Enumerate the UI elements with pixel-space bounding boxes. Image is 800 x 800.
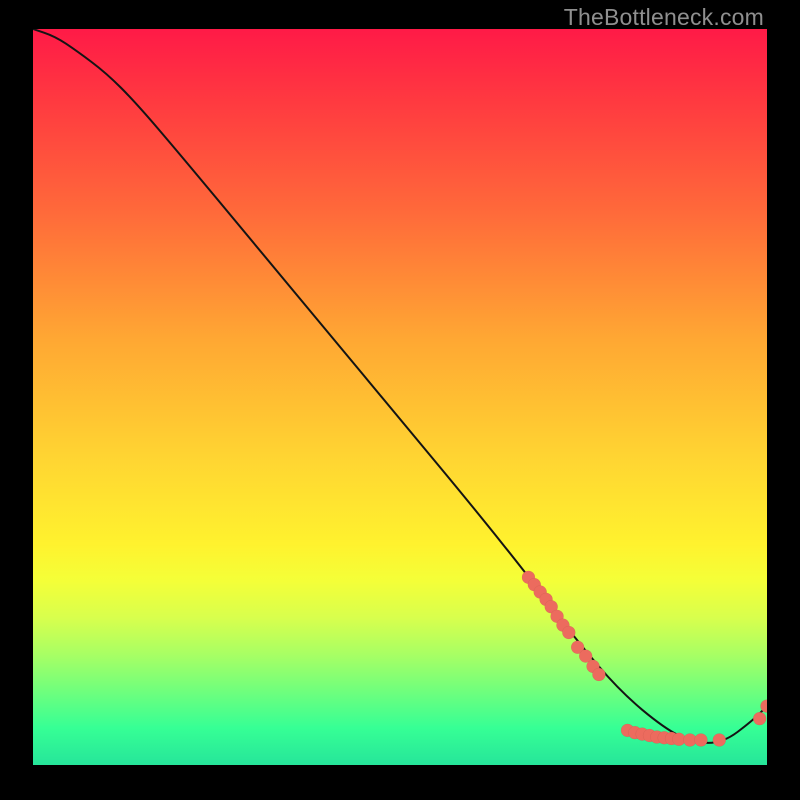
chart-svg [33,29,767,765]
data-point [658,731,671,744]
data-point [534,586,547,599]
data-point [628,726,641,739]
data-point [650,731,663,744]
data-point [587,660,600,673]
data-point [592,668,605,681]
data-point [683,733,696,746]
scatter-dots [522,571,767,747]
data-point [545,600,558,613]
data-point [636,728,649,741]
data-point [694,733,707,746]
data-point [579,650,592,663]
data-point [556,619,569,632]
data-point [540,593,553,606]
watermark-text: TheBottleneck.com [564,4,764,31]
data-point [761,700,768,713]
plot-area [33,29,767,765]
data-point [621,724,634,737]
data-point [643,729,656,742]
data-point [753,712,766,725]
data-point [672,733,685,746]
data-point [571,641,584,654]
data-point [522,571,535,584]
bottleneck-curve [33,29,767,743]
data-point [551,610,564,623]
data-point [665,732,678,745]
chart-stage: TheBottleneck.com [0,0,800,800]
data-point [528,578,541,591]
data-point [713,733,726,746]
data-point [562,626,575,639]
